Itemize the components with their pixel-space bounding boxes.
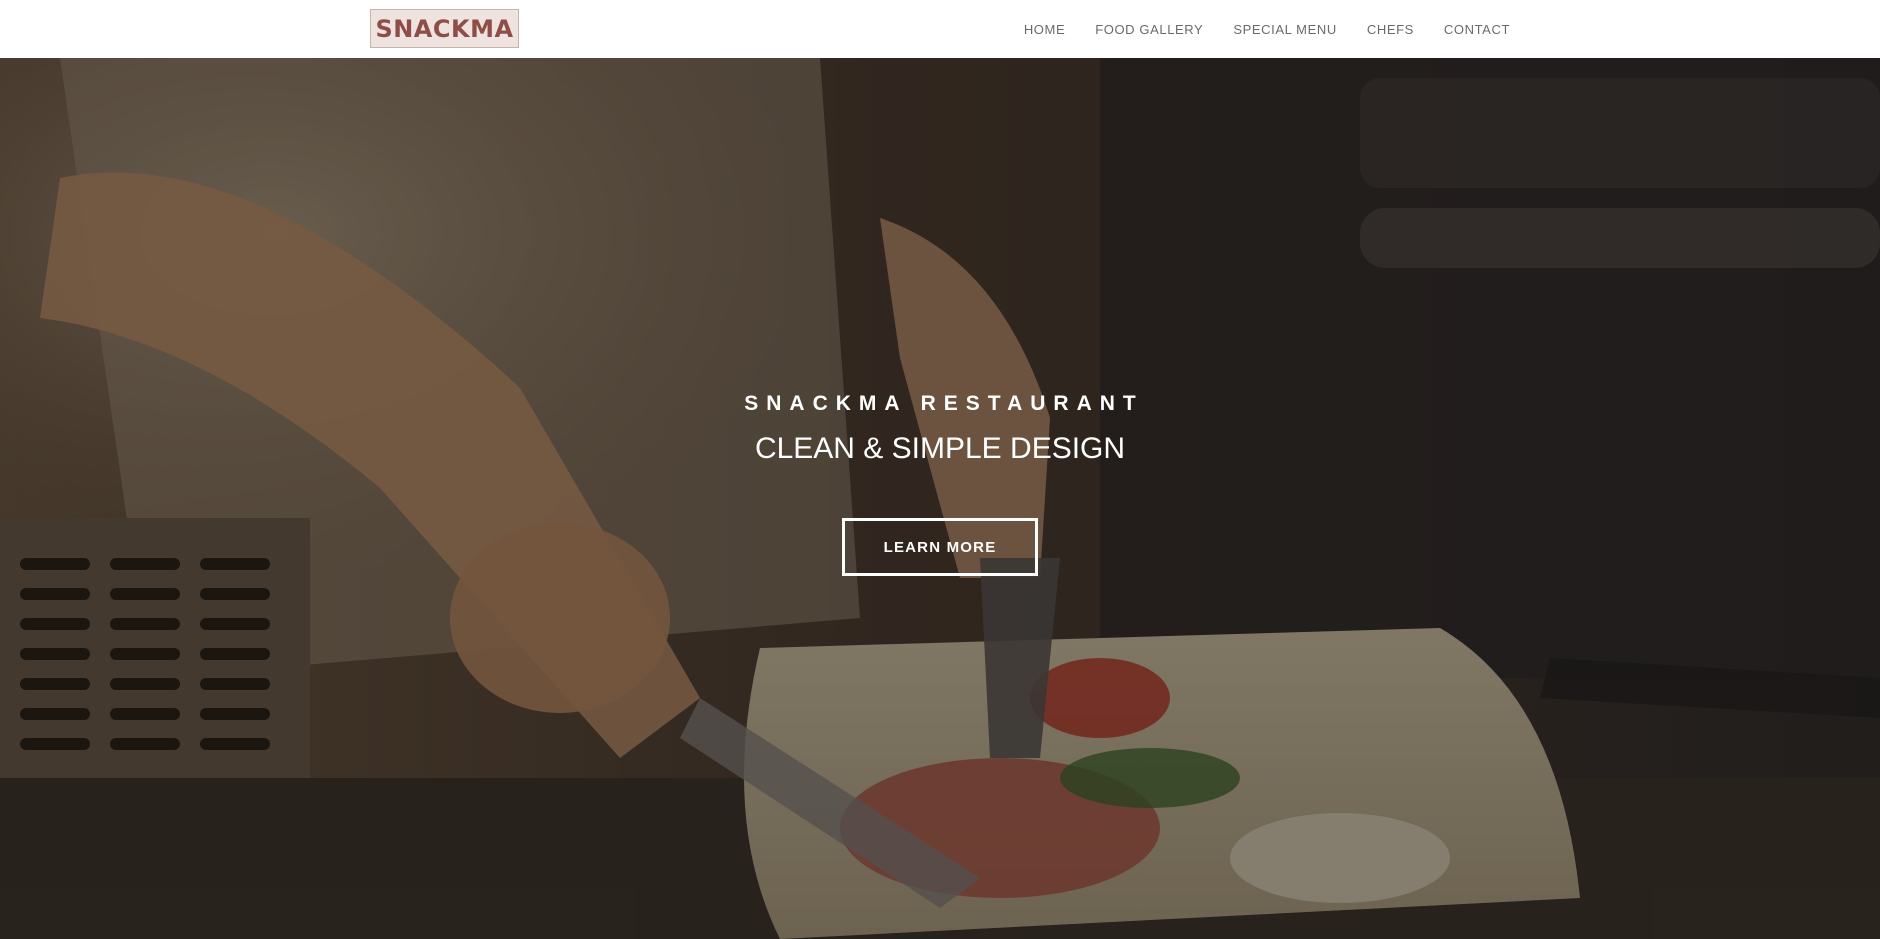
nav-item-food-gallery[interactable]: FOOD GALLERY xyxy=(1095,22,1203,37)
brand-logo-text: SNACKMA xyxy=(375,14,514,43)
top-navbar: SNACKMA HOME FOOD GALLERY SPECIAL MENU C… xyxy=(0,0,1880,58)
main-nav: HOME FOOD GALLERY SPECIAL MENU CHEFS CON… xyxy=(1024,0,1510,58)
hero-section: SNACKMA RESTAURANT CLEAN & SIMPLE DESIGN… xyxy=(0,58,1880,939)
nav-item-chefs[interactable]: CHEFS xyxy=(1367,22,1414,37)
learn-more-button[interactable]: LEARN MORE xyxy=(842,518,1038,576)
nav-item-home[interactable]: HOME xyxy=(1024,22,1065,37)
hero-dark-overlay xyxy=(0,58,1880,939)
nav-item-contact[interactable]: CONTACT xyxy=(1444,22,1510,37)
nav-item-special-menu[interactable]: SPECIAL MENU xyxy=(1233,22,1337,37)
hero-title: CLEAN & SIMPLE DESIGN xyxy=(754,432,1126,465)
hero-subtitle: SNACKMA RESTAURANT xyxy=(744,392,1144,415)
brand-logo[interactable]: SNACKMA xyxy=(370,9,519,48)
